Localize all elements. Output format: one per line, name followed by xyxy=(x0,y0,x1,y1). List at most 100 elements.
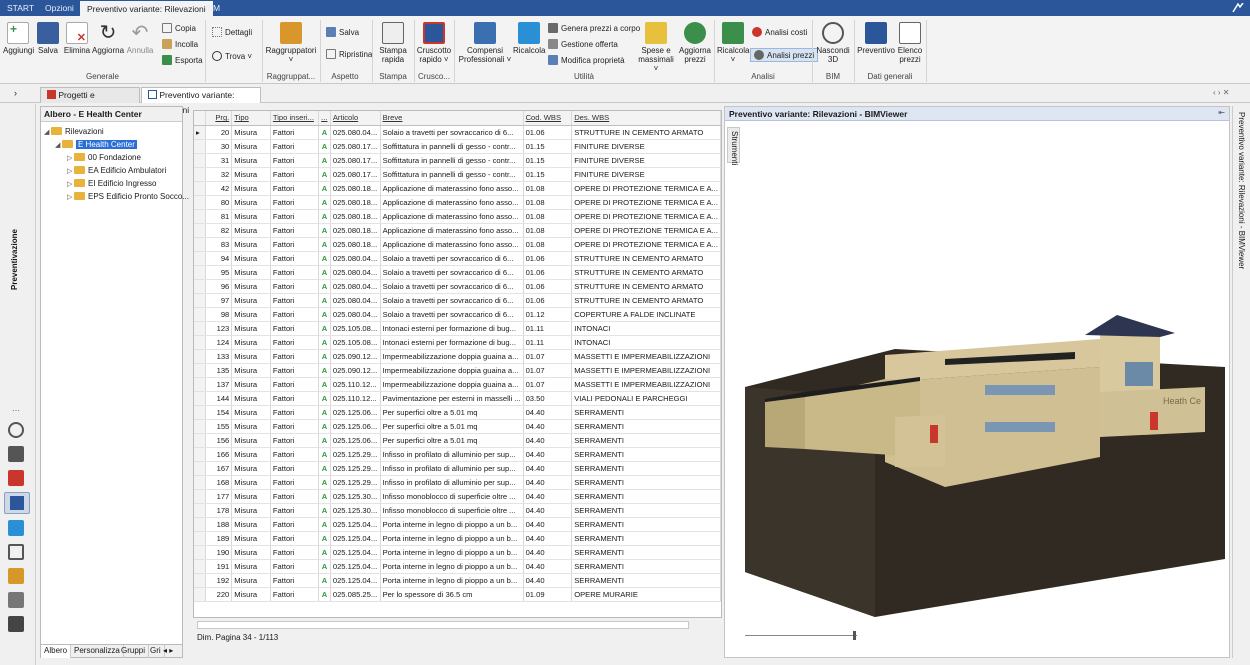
cell-breve[interactable]: Pavimentazione per esterni in masselli .… xyxy=(380,391,524,406)
cell-cod-wbs[interactable]: 01.11 xyxy=(523,335,573,350)
cell-prg[interactable]: 95 xyxy=(205,265,233,280)
cell-prg[interactable]: 82 xyxy=(205,223,233,238)
cell-articolo[interactable]: 025.110.12... xyxy=(330,391,381,406)
row-indicator[interactable] xyxy=(194,391,206,406)
cell-cod-wbs[interactable]: 01.07 xyxy=(523,349,573,364)
spese-massimali-button[interactable]: Spese e massimali ˅ xyxy=(636,22,676,73)
row-indicator[interactable] xyxy=(194,559,206,574)
cell-des-wbs[interactable]: SERRAMENTI xyxy=(571,447,721,462)
zoom-slider[interactable] xyxy=(745,635,857,636)
cell-des-wbs[interactable]: SERRAMENTI xyxy=(571,461,721,476)
cell-tipo[interactable]: Misura xyxy=(231,573,271,588)
cell-prg[interactable]: 94 xyxy=(205,251,233,266)
cell-cod-wbs[interactable]: 01.08 xyxy=(523,223,573,238)
tab-scroll-icon[interactable]: ◂ ▸ xyxy=(163,646,173,655)
cell-tipo[interactable]: Misura xyxy=(231,293,271,308)
cell-tipo-inserimento[interactable]: Fattori xyxy=(270,517,320,532)
cell-flag[interactable]: A xyxy=(318,447,331,462)
row-indicator[interactable] xyxy=(194,237,206,252)
cell-tipo[interactable]: Misura xyxy=(231,587,271,602)
cell-breve[interactable]: Infisso in profilato di alluminio per su… xyxy=(380,461,524,476)
cell-tipo-inserimento[interactable]: Fattori xyxy=(270,573,320,588)
row-indicator[interactable] xyxy=(194,349,206,364)
cell-breve[interactable]: Infisso monoblocco di superficie oltre .… xyxy=(380,503,524,518)
cell-breve[interactable]: Solaio a travetti per sovraccarico di 6.… xyxy=(380,265,524,280)
cell-tipo-inserimento[interactable]: Fattori xyxy=(270,335,320,350)
cell-des-wbs[interactable]: OPERE DI PROTEZIONE TERMICA E A... xyxy=(571,223,721,238)
cell-cod-wbs[interactable]: 01.08 xyxy=(523,181,573,196)
cell-prg[interactable]: 83 xyxy=(205,237,233,252)
cell-prg[interactable]: 168 xyxy=(205,475,233,490)
table-row[interactable]: 191 Misura Fattori A 025.125.04... Porta inte… xyxy=(194,559,721,574)
cell-flag[interactable]: A xyxy=(318,391,331,406)
tab-gruppi[interactable]: Gruppi xyxy=(118,645,150,658)
cell-des-wbs[interactable]: SERRAMENTI xyxy=(571,517,721,532)
cell-tipo-inserimento[interactable]: Fattori xyxy=(270,181,320,196)
cell-flag[interactable]: A xyxy=(318,307,331,322)
cell-cod-wbs[interactable]: 01.07 xyxy=(523,363,573,378)
row-indicator[interactable] xyxy=(194,293,206,308)
cell-tipo-inserimento[interactable]: Fattori xyxy=(270,559,320,574)
cell-articolo[interactable]: 025.080.18... xyxy=(330,195,381,210)
zoom-slider-thumb[interactable] xyxy=(853,631,856,640)
col-cod-wbs[interactable]: Cod. WBS xyxy=(523,111,573,126)
table-row[interactable]: 188 Misura Fattori A 025.125.04... Porta inte… xyxy=(194,517,721,532)
table-row[interactable]: 94 Misura Fattori A 025.080.04... Solaio a tr… xyxy=(194,251,721,266)
cell-cod-wbs[interactable]: 04.40 xyxy=(523,475,573,490)
cell-tipo-inserimento[interactable]: Fattori xyxy=(270,139,320,154)
row-indicator[interactable] xyxy=(194,447,206,462)
cell-flag[interactable]: A xyxy=(318,153,331,168)
cell-des-wbs[interactable]: OPERE MURARIE xyxy=(571,587,721,602)
report-icon[interactable] xyxy=(8,592,24,608)
stampa-rapida-button[interactable]: Stampa rapida xyxy=(374,22,412,64)
cell-flag[interactable]: A xyxy=(318,377,331,392)
cell-cod-wbs[interactable]: 03.50 xyxy=(523,391,573,406)
aggiorna-button[interactable]: ↻ Aggiorna xyxy=(92,22,124,55)
compensi-professionali-button[interactable]: Compensi Professionali ˅ xyxy=(457,22,513,64)
cell-prg[interactable]: 97 xyxy=(205,293,233,308)
cell-prg[interactable]: 80 xyxy=(205,195,233,210)
cell-articolo[interactable]: 025.080.17... xyxy=(330,167,381,182)
cell-des-wbs[interactable]: SERRAMENTI xyxy=(571,559,721,574)
cell-articolo[interactable]: 025.125.06... xyxy=(330,419,381,434)
cell-prg[interactable]: 167 xyxy=(205,461,233,476)
cell-breve[interactable]: Porta interne in legno di pioppo a un b.… xyxy=(380,545,524,560)
cell-tipo[interactable]: Misura xyxy=(231,349,271,364)
cell-breve[interactable]: Soffittatura in pannelli di gesso - cont… xyxy=(380,167,524,182)
list-icon[interactable] xyxy=(8,544,24,560)
table-row[interactable]: 190 Misura Fattori A 025.125.04... Porta inte… xyxy=(194,545,721,560)
cell-tipo-inserimento[interactable]: Fattori xyxy=(270,531,320,546)
nascondi-3d-button[interactable]: Nascondi 3D xyxy=(815,22,851,64)
cell-tipo[interactable]: Misura xyxy=(231,237,271,252)
cell-prg[interactable]: 98 xyxy=(205,307,233,322)
table-row[interactable]: 178 Misura Fattori A 025.125.30... Infisso mo… xyxy=(194,503,721,518)
cell-breve[interactable]: Infisso in profilato di alluminio per su… xyxy=(380,475,524,490)
table-row[interactable]: 123 Misura Fattori A 025.105.08... Intonaci e… xyxy=(194,321,721,336)
cell-breve[interactable]: Porta interne in legno di pioppo a un b.… xyxy=(380,531,524,546)
building-icon[interactable] xyxy=(8,446,24,462)
pin-icon[interactable]: ⇤ xyxy=(1218,108,1225,117)
cell-tipo-inserimento[interactable]: Fattori xyxy=(270,447,320,462)
cell-cod-wbs[interactable]: 04.40 xyxy=(523,405,573,420)
cell-tipo-inserimento[interactable]: Fattori xyxy=(270,279,320,294)
cell-breve[interactable]: Intonaci esterni per formazione di bug..… xyxy=(380,335,524,350)
col-tipo[interactable]: Tipo xyxy=(231,111,271,126)
row-indicator[interactable] xyxy=(194,279,206,294)
cell-des-wbs[interactable]: STRUTTURE IN CEMENTO ARMATO xyxy=(571,265,721,280)
cell-articolo[interactable]: 025.080.04... xyxy=(330,293,381,308)
cell-des-wbs[interactable]: FINITURE DIVERSE xyxy=(571,167,721,182)
cell-flag[interactable]: A xyxy=(318,461,331,476)
cell-articolo[interactable]: 025.080.18... xyxy=(330,209,381,224)
cell-articolo[interactable]: 025.125.04... xyxy=(330,545,381,560)
expand-sidebar-icon[interactable]: › xyxy=(14,88,17,98)
cell-cod-wbs[interactable]: 04.40 xyxy=(523,489,573,504)
cell-flag[interactable]: A xyxy=(318,531,331,546)
cell-cod-wbs[interactable]: 01.15 xyxy=(523,167,573,182)
tab-opzioni[interactable]: Opzioni xyxy=(38,0,81,16)
cell-cod-wbs[interactable]: 01.08 xyxy=(523,237,573,252)
row-indicator[interactable] xyxy=(194,545,206,560)
cell-des-wbs[interactable]: MASSETTI E IMPERMEABILIZZAZIONI xyxy=(571,349,721,364)
col-flag[interactable]: ... xyxy=(318,111,331,126)
salva-button[interactable]: Salva xyxy=(35,22,61,55)
cell-des-wbs[interactable]: SERRAMENTI xyxy=(571,419,721,434)
